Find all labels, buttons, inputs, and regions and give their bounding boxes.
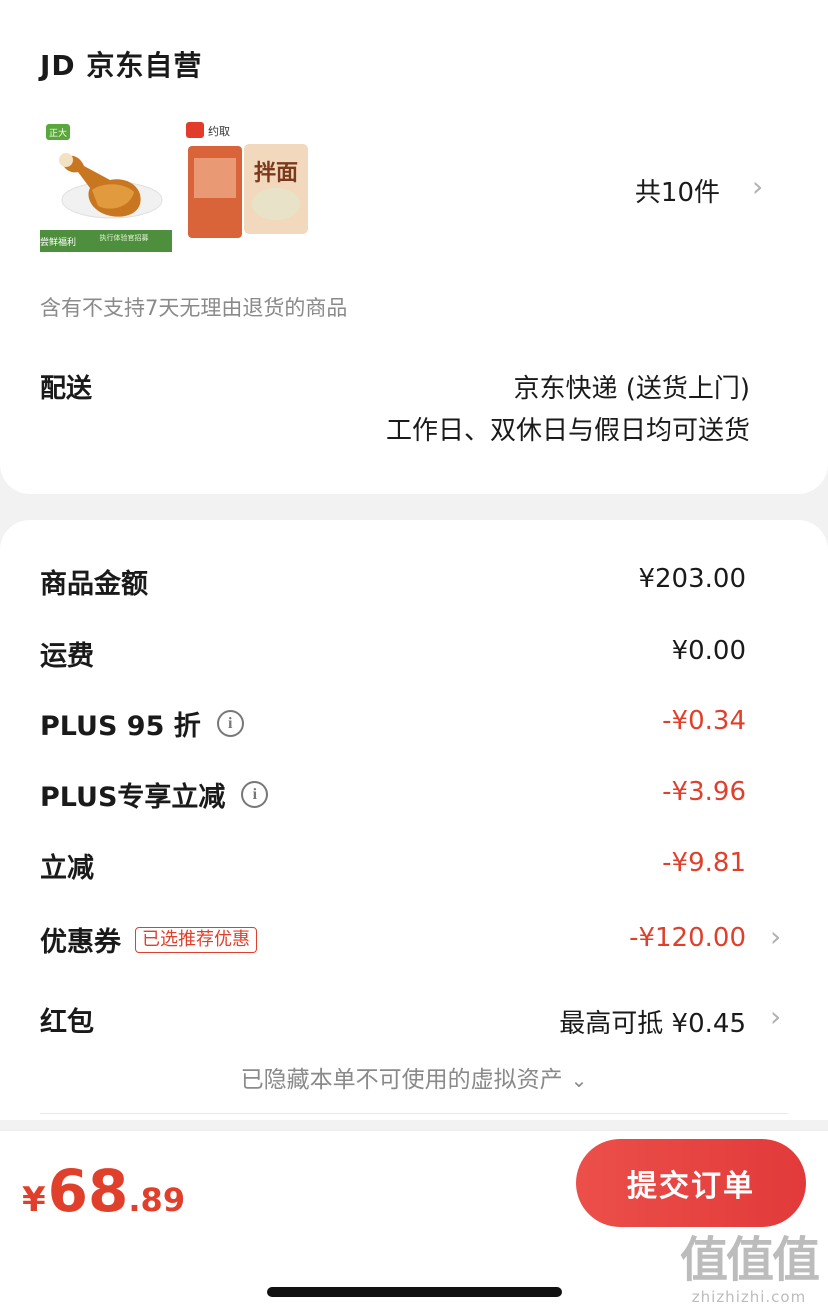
goods-amount-value: ¥203.00 [638, 564, 746, 594]
plus-reduction-label: PLUS专享立减 i [40, 775, 269, 814]
brand-badge-text: 正大 [49, 127, 67, 139]
brand-logo-text: 约取 [208, 125, 230, 138]
chevron-down-icon: ⌄ [570, 1068, 588, 1092]
coupon-row[interactable]: 优惠券 已选推荐优惠 [40, 920, 257, 959]
plus-reduction-value: -¥3.96 [662, 777, 746, 807]
plus-discount-value: -¥0.34 [662, 706, 746, 736]
home-indicator [267, 1287, 562, 1297]
chevron-right-icon[interactable]: › [770, 920, 781, 953]
submit-order-button[interactable]: 提交订单 [576, 1139, 806, 1227]
delivery-label: 配送 [40, 374, 93, 404]
coupon-recommended-badge: 已选推荐优惠 [135, 926, 257, 953]
coupon-value[interactable]: -¥120.00 [629, 923, 746, 953]
svg-text:执行体验官招募: 执行体验官招募 [100, 233, 149, 242]
product-thumbnail-noodles[interactable]: 约取 拌面 [182, 118, 314, 258]
info-icon[interactable]: i [216, 710, 244, 737]
product-thumbnail-chicken[interactable]: 正大 尝鲜福利 执行体验官招募 [40, 118, 172, 258]
shipping-fee-value: ¥0.00 [671, 636, 746, 666]
divider [40, 1113, 788, 1114]
watermark: 值值值 zhizhizhi.com [674, 1232, 824, 1306]
total-integer: 68 [47, 1157, 129, 1225]
chevron-right-icon[interactable]: › [770, 1000, 781, 1033]
item-count[interactable]: 共10件 [635, 172, 720, 209]
total-decimal: .89 [128, 1181, 186, 1219]
delivery-method[interactable]: 京东快递 (送货上门) [513, 368, 750, 405]
instant-reduction-value: -¥9.81 [662, 848, 746, 878]
goods-amount-label: 商品金额 [40, 569, 148, 600]
svg-text:拌面: 拌面 [254, 161, 298, 186]
red-packet-label: 红包 [40, 1007, 94, 1038]
hidden-assets-text: 已隐藏本单不可使用的虚拟资产 [240, 1067, 563, 1093]
red-packet-value[interactable]: 最高可抵 ¥0.45 [559, 1003, 746, 1040]
shop-name: JD 京东自营 [40, 49, 203, 82]
plus-discount-label: PLUS 95 折 i [40, 704, 244, 743]
watermark-url: zhizhizhi.com [691, 1288, 807, 1306]
order-shop-card: JD 京东自营 正大 尝鲜福利 执行体验官招募 约取 拌面 共10件 › 含有不… [0, 0, 828, 494]
total-currency: ¥ [22, 1180, 46, 1220]
svg-text:尝鲜福利: 尝鲜福利 [40, 236, 76, 248]
order-total: ¥ 68 .89 [22, 1157, 185, 1225]
shipping-fee-label: 运费 [40, 641, 94, 672]
watermark-logo: 值值值 [679, 1232, 820, 1288]
hidden-assets-toggle[interactable]: 已隐藏本单不可使用的虚拟资产 ⌄ [0, 1060, 828, 1094]
instant-reduction-label: 立减 [40, 853, 94, 884]
coupon-label: 优惠券 [40, 927, 121, 958]
delivery-schedule[interactable]: 工作日、双休日与假日均可送货 [386, 410, 750, 447]
info-icon[interactable]: i [241, 781, 269, 808]
chevron-right-icon[interactable]: › [752, 170, 763, 203]
no-return-notice: 含有不支持7天无理由退货的商品 [40, 296, 348, 320]
